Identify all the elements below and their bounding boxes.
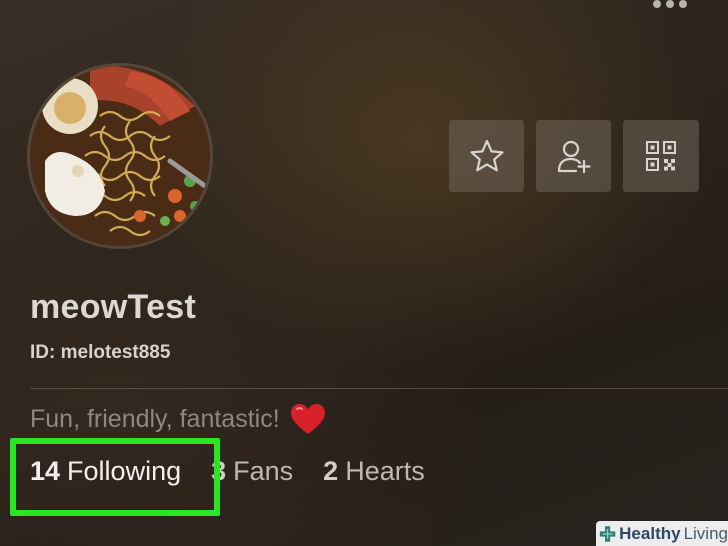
hearts-stat[interactable]: 2 Hearts [323, 456, 425, 487]
fans-stat[interactable]: 3 Fans [211, 456, 293, 487]
more-dot [666, 0, 674, 8]
fans-label: Fans [233, 456, 294, 486]
favorite-button[interactable] [449, 120, 524, 192]
star-icon [469, 139, 504, 172]
avatar-image [30, 66, 210, 246]
more-dot [653, 0, 661, 8]
bio: Fun, friendly, fantastic! [30, 403, 326, 435]
hearts-count: 2 [323, 456, 339, 486]
divider [30, 388, 728, 389]
qr-code-icon [646, 141, 676, 171]
add-friend-button[interactable] [536, 120, 611, 192]
avatar[interactable] [30, 66, 210, 246]
qr-code-button[interactable] [623, 120, 699, 192]
watermark: Healthy Living [596, 521, 728, 546]
watermark-healthy: Healthy [619, 523, 681, 543]
heart-emoji-icon [290, 404, 325, 434]
hearts-label: Hearts [345, 456, 425, 486]
healthy-living-cross-icon [599, 525, 616, 542]
following-highlight-box [10, 438, 220, 516]
bio-text: Fun, friendly, fantastic! [30, 404, 280, 433]
add-user-icon [557, 140, 591, 174]
more-dot [679, 0, 687, 8]
user-id: ID: melotest885 [30, 342, 171, 363]
username: meowTest [30, 288, 197, 326]
watermark-living: Living [683, 523, 728, 543]
more-options-icon[interactable] [653, 0, 687, 8]
